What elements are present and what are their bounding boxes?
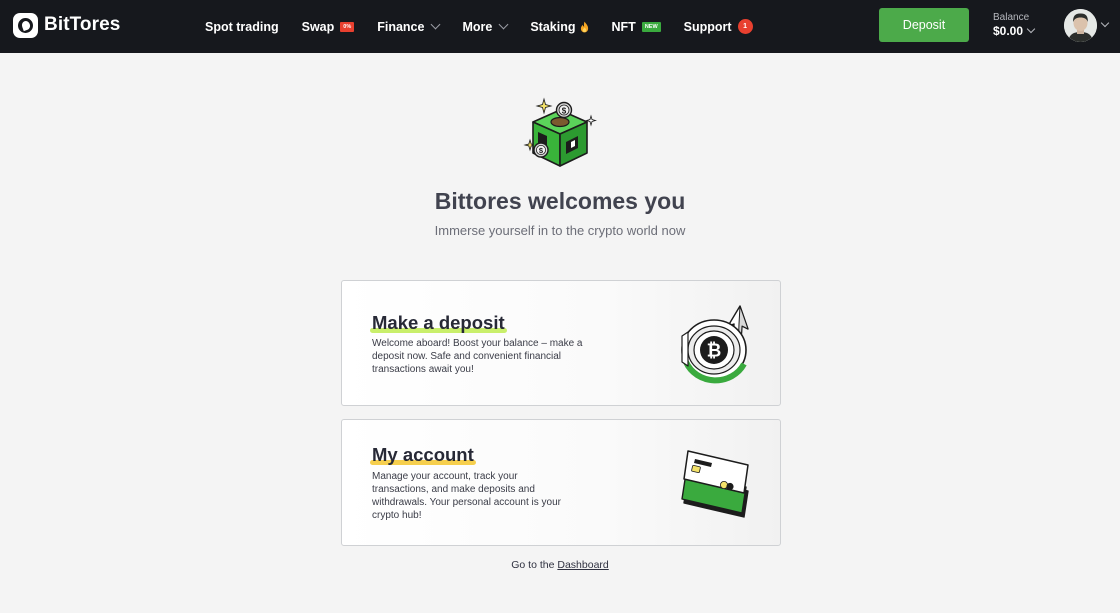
chevron-down-icon[interactable]	[1100, 18, 1110, 28]
deposit-button[interactable]: Deposit	[879, 8, 969, 42]
card-description: Welcome aboard! Boost your balance – mak…	[372, 338, 583, 375]
footer-text: Go to the Dashboard	[0, 559, 1120, 571]
card-title-text: Make a deposit	[370, 312, 507, 333]
nav-nft[interactable]: NFT NEW	[612, 20, 661, 34]
chevron-down-icon	[1026, 24, 1036, 34]
nav-label: Swap	[301, 19, 335, 34]
logo-text: BitTores	[44, 14, 121, 35]
my-account-card[interactable]: My account Manage your account, track yo…	[341, 419, 781, 546]
new-badge: NEW	[641, 21, 661, 32]
nav-label: Support	[683, 19, 732, 34]
nav-finance[interactable]: Finance	[377, 19, 441, 34]
balance-dropdown[interactable]: Balance $0.00	[993, 12, 1036, 38]
nav-spot-trading[interactable]: Spot trading	[205, 20, 279, 34]
fire-icon	[580, 21, 588, 32]
chevron-down-icon	[498, 19, 509, 30]
footer-prefix: Go to the	[511, 559, 555, 571]
card-title: My account	[370, 444, 476, 466]
balance-label: Balance	[993, 12, 1030, 23]
svg-text:₿: ₿	[707, 341, 722, 361]
swap-badge: 0%	[340, 21, 355, 32]
balance-value: $0.00	[993, 24, 1024, 38]
nav-label: More	[462, 19, 493, 34]
card-icon	[681, 450, 749, 518]
make-deposit-card[interactable]: Make a deposit Welcome aboard! Boost you…	[341, 280, 781, 406]
dashboard-link[interactable]: Dashboard	[557, 559, 608, 571]
balance-row: $0.00	[993, 24, 1036, 38]
nav-more[interactable]: More	[462, 19, 509, 34]
nav-staking[interactable]: Staking	[530, 20, 588, 34]
support-count-badge: 1	[737, 19, 753, 34]
svg-text:$: $	[562, 106, 567, 115]
avatar-icon	[1064, 9, 1097, 42]
cube-coin-icon: $ $	[523, 97, 597, 167]
welcome-subtitle: Immerse yourself in to the crypto world …	[434, 223, 686, 238]
avatar[interactable]	[1064, 9, 1097, 42]
nav-support[interactable]: Support 1	[684, 19, 753, 34]
welcome-title: Bittores welcomes you	[434, 188, 686, 214]
nav-label: Spot trading	[205, 19, 279, 34]
chevron-down-icon	[431, 19, 441, 30]
card-description: Manage your account, track your transact…	[372, 471, 561, 521]
card-title: Make a deposit	[370, 312, 507, 334]
bitcoin-deposit-icon: ₿	[681, 305, 749, 384]
main-nav: Spot trading Swap 0% Finance More Stakin…	[205, 0, 753, 53]
logo-icon	[13, 12, 38, 38]
nav-label: Finance	[377, 19, 425, 34]
nav-label: NFT	[611, 19, 636, 34]
card-title-text: My account	[370, 444, 476, 465]
nav-label: Staking	[530, 19, 576, 34]
nav-swap[interactable]: Swap 0%	[302, 20, 355, 34]
logo[interactable]: BitTores	[13, 12, 120, 38]
top-nav-bar: BitTores Spot trading Swap 0% Finance Mo…	[0, 0, 1120, 53]
